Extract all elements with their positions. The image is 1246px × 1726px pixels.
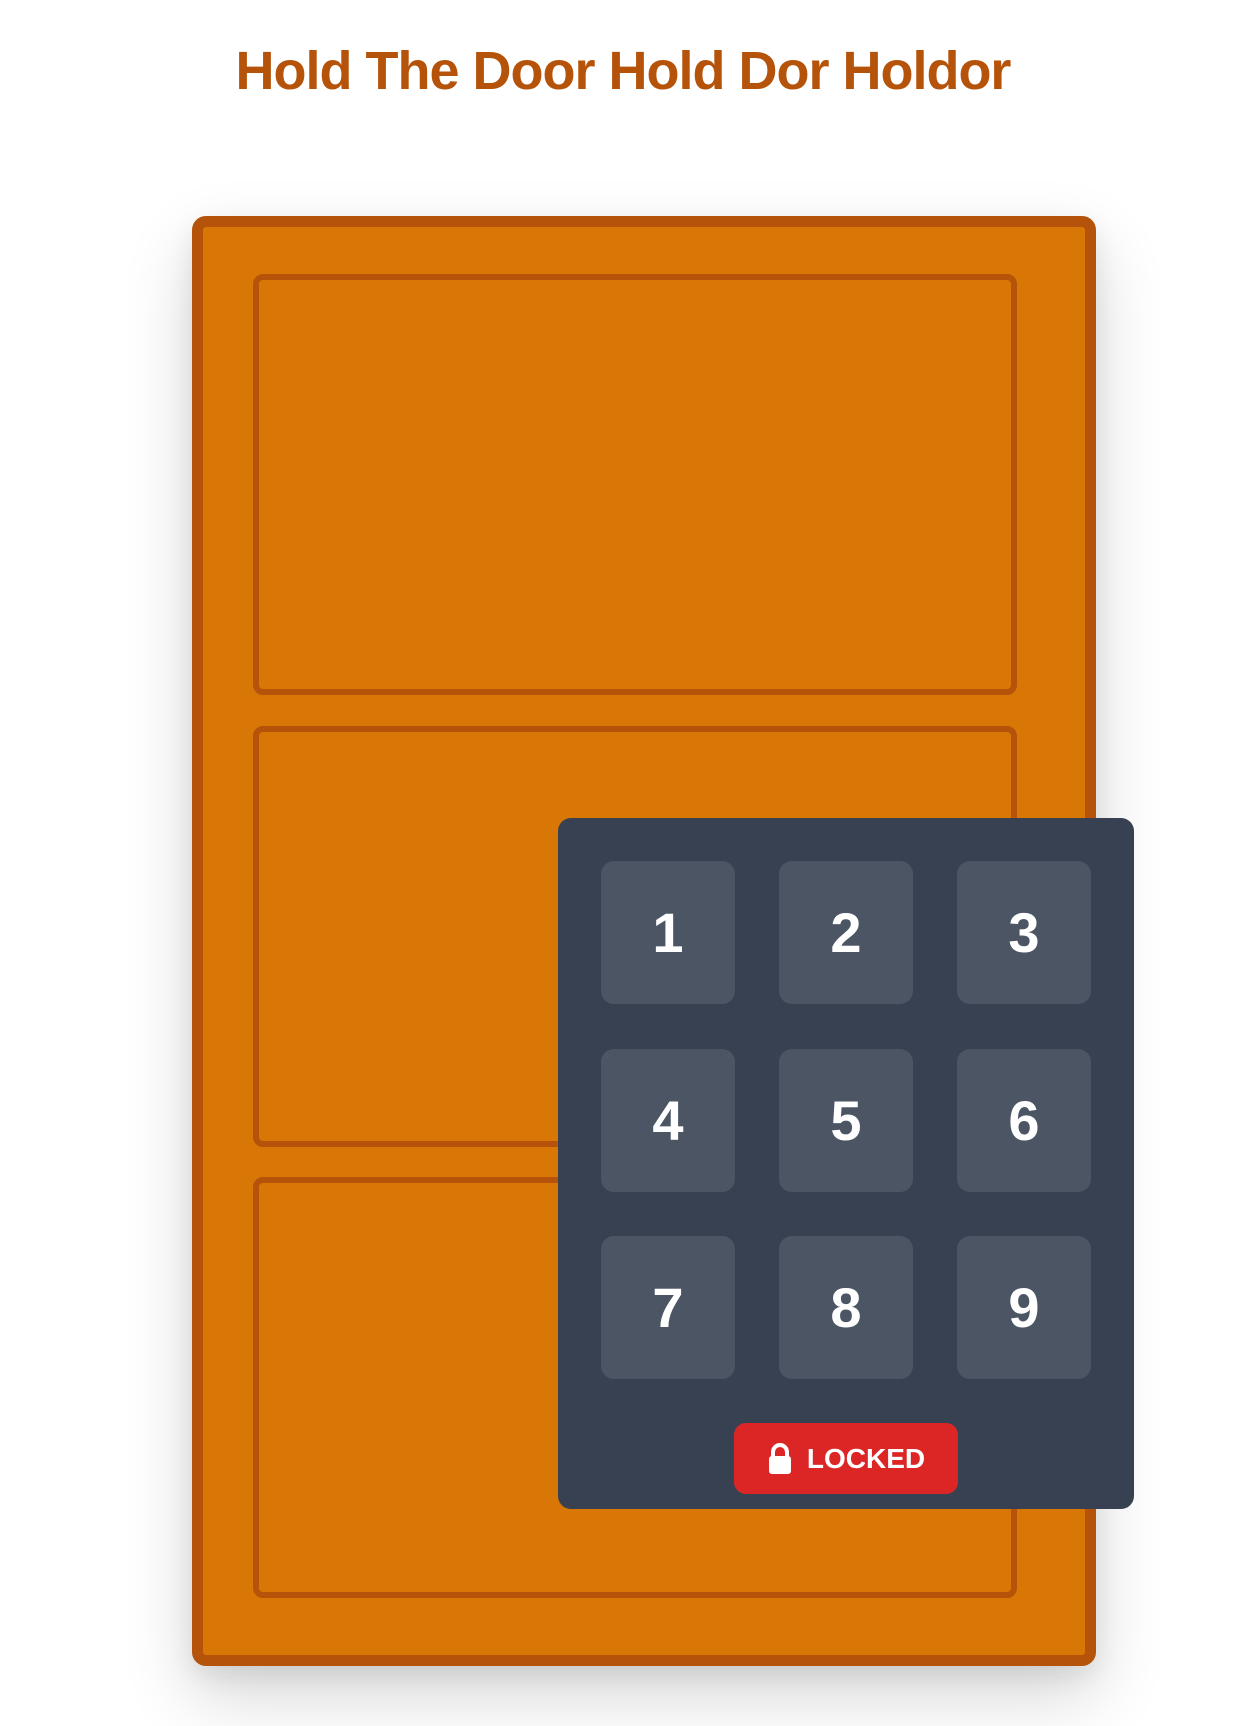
keypad: 1 2 3 4 5 6 7 8 9 LOCKED xyxy=(558,818,1134,1509)
key-3[interactable]: 3 xyxy=(957,861,1091,1004)
key-1[interactable]: 1 xyxy=(601,861,735,1004)
key-4[interactable]: 4 xyxy=(601,1049,735,1192)
door-panel-top xyxy=(253,274,1017,695)
key-5[interactable]: 5 xyxy=(779,1049,913,1192)
key-2[interactable]: 2 xyxy=(779,861,913,1004)
lock-icon xyxy=(767,1442,793,1475)
door: 1 2 3 4 5 6 7 8 9 LOCKED xyxy=(192,216,1134,1666)
key-7[interactable]: 7 xyxy=(601,1236,735,1379)
key-8[interactable]: 8 xyxy=(779,1236,913,1379)
key-9[interactable]: 9 xyxy=(957,1236,1091,1379)
page-title: Hold The Door Hold Dor Holdor xyxy=(235,41,1012,101)
lock-status-label: LOCKED xyxy=(806,1442,926,1474)
key-6[interactable]: 6 xyxy=(957,1049,1091,1192)
lock-status-badge: LOCKED xyxy=(734,1423,958,1494)
